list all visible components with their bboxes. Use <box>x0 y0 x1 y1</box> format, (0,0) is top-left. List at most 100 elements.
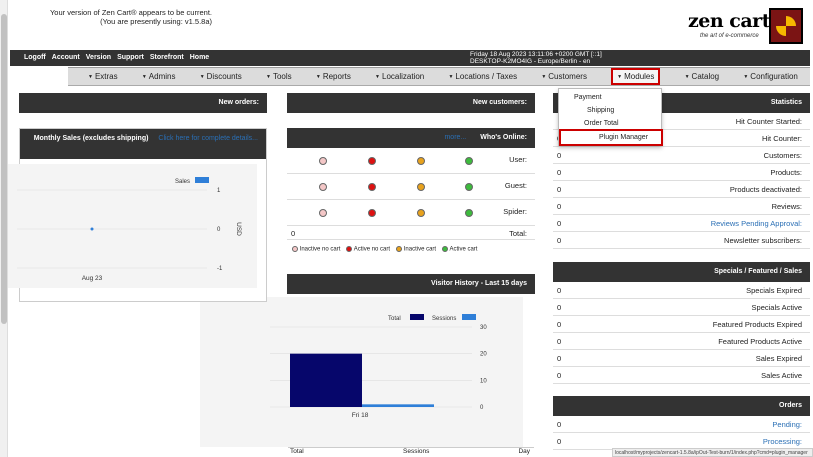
bar-total <box>290 353 362 407</box>
orders-title: Orders <box>553 396 810 416</box>
dropdown-plugin-manager[interactable]: Plugin Manager <box>559 129 663 146</box>
logo-tagline: the art of e-commerce <box>700 33 759 39</box>
processing-orders-link[interactable]: Processing: <box>763 437 802 446</box>
menu-reports[interactable]: ▼ Reports <box>316 72 351 81</box>
x-tick-label: Fri 18 <box>352 412 369 419</box>
modules-dropdown-menu: Payment Shipping Order Total Plugin Mana… <box>558 88 663 146</box>
specials-row: Specials Expired 0 <box>553 282 810 299</box>
admin-header-bar: Logoff Account Version Support Storefron… <box>10 50 810 66</box>
monthly-sales-svg: -1 0 1 Aug 23 USD Sales <box>17 177 242 282</box>
legend-label-sales: Sales <box>175 179 190 185</box>
menu-locations-taxes[interactable]: ▼ Locations / Taxes <box>448 72 517 81</box>
legend-swatch-total <box>410 314 424 320</box>
stat-row: Customers: 0 <box>553 147 810 164</box>
legend-label-sessions: Sessions <box>432 316 456 322</box>
specials-panel: Specials / Featured / Sales Specials Exp… <box>553 262 810 386</box>
menu-admins[interactable]: ▼ Admins <box>142 72 176 81</box>
specials-row: Featured Products Expired 0 <box>553 316 810 333</box>
specials-row: Sales Expired 0 <box>553 350 810 367</box>
version-notice: Your version of Zen Cart® appears to be … <box>49 8 212 26</box>
y-tick-label: 30 <box>480 325 487 331</box>
menu-configuration[interactable]: ▼ Configuration <box>743 72 798 81</box>
stat-row: Reviews Pending Approval: 0 <box>553 215 810 232</box>
logo-text: zen cart <box>688 10 770 32</box>
specials-row: Featured Products Active 0 <box>553 333 810 350</box>
zen-cart-logo[interactable]: zen cart the art of e-commerce <box>688 8 803 46</box>
legend-label-total: Total <box>388 316 401 322</box>
y-tick-label: 0 <box>480 405 484 411</box>
new-customers-title: New customers: <box>287 93 535 113</box>
visitor-history-table-header: Day Sessions Total <box>288 447 534 455</box>
inactive-no-cart-icon <box>319 183 327 191</box>
menu-catalog[interactable]: ▼ Catalog <box>685 72 720 81</box>
menu-localization[interactable]: ▼ Localization <box>375 72 424 81</box>
version-link[interactable]: Version <box>86 54 111 61</box>
account-link[interactable]: Account <box>52 54 80 61</box>
home-link[interactable]: Home <box>190 54 209 61</box>
active-cart-icon <box>465 209 473 217</box>
pending-orders-link[interactable]: Pending: <box>772 420 802 429</box>
specials-row: Sales Active 0 <box>553 367 810 384</box>
new-customers-panel: New customers: <box>287 93 535 113</box>
active-cart-icon <box>465 157 473 165</box>
visitor-history-title: Visitor History - Last 15 days <box>287 274 535 294</box>
y-axis-label: USD <box>235 222 242 236</box>
y-tick-label: 10 <box>480 378 487 384</box>
menu-discounts[interactable]: ▼ Discounts <box>200 72 242 81</box>
visitor-history-svg: 0 10 20 30 Fri 18 Sessions Total <box>270 314 487 419</box>
inactive-no-cart-icon <box>319 209 327 217</box>
header-links: Logoff Account Version Support Storefron… <box>24 54 209 61</box>
orders-row: Pending: 0 <box>553 416 810 433</box>
new-orders-title: New orders: <box>19 93 267 113</box>
legend-swatch-sales <box>195 177 209 183</box>
whos-online-row-total: Total: 0 <box>287 226 535 240</box>
y-tick-label: -1 <box>217 266 223 272</box>
sales-point <box>90 227 94 231</box>
x-tick-label: Aug 23 <box>82 275 103 282</box>
whos-online-row-guest: Guest: <box>287 174 535 200</box>
support-link[interactable]: Support <box>117 54 144 61</box>
y-tick-label: 1 <box>217 188 221 194</box>
active-no-cart-icon <box>368 157 376 165</box>
logo-badge-icon <box>769 8 803 44</box>
stat-row: Products deactivated: 0 <box>553 181 810 198</box>
active-cart-icon <box>465 183 473 191</box>
new-orders-panel: New orders: <box>19 93 267 113</box>
stat-row: Products: 0 <box>553 164 810 181</box>
logoff-link[interactable]: Logoff <box>24 54 46 61</box>
inactive-no-cart-icon <box>319 157 327 165</box>
inactive-cart-icon <box>396 246 403 252</box>
active-no-cart-icon <box>368 183 376 191</box>
visitor-history-chart: 0 10 20 30 Fri 18 Sessions Total <box>200 297 523 447</box>
inactive-cart-icon <box>417 183 425 191</box>
specials-title: Specials / Featured / Sales <box>553 262 810 282</box>
reviews-pending-link[interactable]: Reviews Pending Approval: <box>711 219 802 228</box>
page-scrollbar[interactable] <box>0 0 8 457</box>
main-menu: ▼ Extras ▼ Admins ▼ Discounts ▼ Tools ▼ Repor… <box>68 67 810 86</box>
dropdown-payment[interactable]: Payment <box>574 94 602 101</box>
dropdown-shipping[interactable]: Shipping <box>587 107 614 114</box>
storefront-link[interactable]: Storefront <box>150 54 184 61</box>
whos-online-more-link[interactable]: more... <box>444 134 466 141</box>
server-info: Friday 18 Aug 2023 13:11:06 +0200 GMT [:… <box>470 51 602 65</box>
monthly-sales-details-link[interactable]: Click here for complete details... <box>158 135 258 142</box>
menu-tools[interactable]: ▼ Tools <box>266 72 292 81</box>
whos-online-row-spider: Spider: <box>287 200 535 226</box>
legend-swatch-sessions <box>462 314 476 320</box>
scrollbar-thumb[interactable] <box>1 14 7 324</box>
bar-sessions <box>362 404 434 407</box>
y-tick-label: 20 <box>480 352 487 358</box>
dropdown-order-total[interactable]: Order Total <box>584 120 619 127</box>
active-cart-icon <box>442 246 449 252</box>
browser-status-url: localhost/myprojects/zencart-1.5.8a/ipOu… <box>612 448 813 457</box>
menu-modules[interactable]: ▼ Modules <box>611 68 661 85</box>
monthly-sales-header: Monthly Sales (excludes shipping) Click … <box>20 129 266 159</box>
whos-online-legend: Inactive no cart Active no cart Inactive… <box>292 246 477 253</box>
menu-customers[interactable]: ▼ Customers <box>541 72 587 81</box>
whos-online-panel: more... Who's Online: User: Guest: Spide… <box>287 128 535 258</box>
whos-online-row-user: User: <box>287 148 535 174</box>
menu-extras[interactable]: ▼ Extras <box>88 72 118 81</box>
whos-online-title: more... Who's Online: <box>287 128 535 148</box>
active-no-cart-icon <box>368 209 376 217</box>
active-no-cart-icon <box>346 246 353 252</box>
